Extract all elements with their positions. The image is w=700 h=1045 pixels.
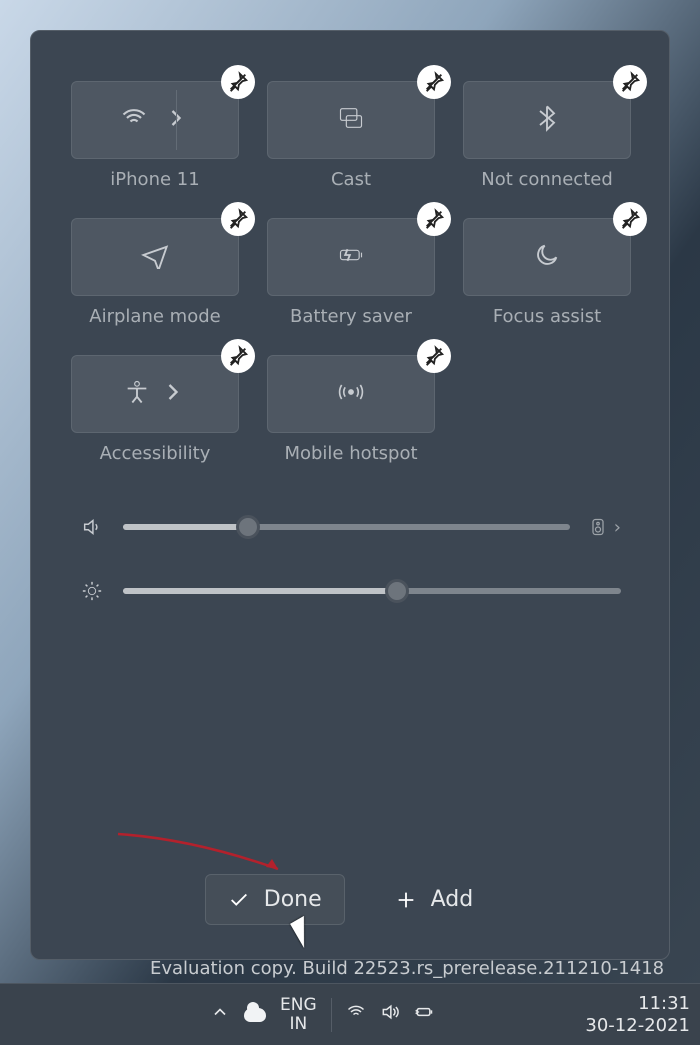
accessibility-icon — [123, 378, 151, 410]
clock-time: 11:31 — [585, 993, 690, 1015]
unpin-button[interactable] — [613, 65, 647, 99]
language-top: ENG — [280, 996, 317, 1015]
tile-label: Focus assist — [463, 306, 631, 327]
cast-icon — [337, 104, 365, 136]
chevron-right-icon[interactable] — [159, 378, 187, 410]
unpin-button[interactable] — [221, 65, 255, 99]
done-label: Done — [264, 887, 322, 912]
language-button[interactable]: ENG IN — [280, 996, 317, 1033]
tile-airplane: Airplane mode — [71, 218, 239, 327]
tile-label: Mobile hotspot — [267, 443, 435, 464]
system-tray[interactable] — [346, 1002, 434, 1027]
accessibility-button[interactable] — [71, 355, 239, 433]
volume-icon — [79, 516, 105, 538]
tile-accessibility: Accessibility — [71, 355, 239, 464]
quick-settings-panel: iPhone 11 Cast Not conne — [30, 30, 670, 960]
wifi-icon — [120, 104, 148, 136]
check-icon — [228, 889, 250, 911]
audio-output-button[interactable]: › — [588, 516, 621, 538]
hotspot-button[interactable] — [267, 355, 435, 433]
unpin-button[interactable] — [221, 202, 255, 236]
tile-cast: Cast — [267, 81, 435, 190]
edit-footer: Done Add — [31, 874, 669, 925]
clock-date: 30-12-2021 — [585, 1015, 690, 1037]
add-button[interactable]: Add — [373, 874, 496, 925]
brightness-row — [71, 580, 629, 602]
unpin-button[interactable] — [417, 202, 451, 236]
unpin-button[interactable] — [417, 65, 451, 99]
bluetooth-button[interactable] — [463, 81, 631, 159]
tile-bluetooth: Not connected — [463, 81, 631, 190]
volume-row: › — [71, 516, 629, 538]
brightness-slider[interactable] — [123, 588, 621, 594]
volume-tray-icon — [380, 1002, 400, 1027]
done-button[interactable]: Done — [205, 874, 345, 925]
clock-button[interactable]: 11:31 30-12-2021 — [585, 993, 690, 1036]
tile-label: iPhone 11 — [71, 169, 239, 190]
wifi-button[interactable] — [71, 81, 239, 159]
tile-hotspot: Mobile hotspot — [267, 355, 435, 464]
tile-label: Airplane mode — [71, 306, 239, 327]
tile-label: Battery saver — [267, 306, 435, 327]
tiles-grid: iPhone 11 Cast Not conne — [71, 81, 629, 464]
tile-label: Accessibility — [71, 443, 239, 464]
tile-battery-saver: Battery saver — [267, 218, 435, 327]
plus-icon — [395, 889, 417, 911]
bluetooth-icon — [533, 104, 561, 136]
annotation-arrow — [113, 829, 293, 879]
windows-watermark: Evaluation copy. Build 22523.rs_prerelea… — [150, 958, 664, 979]
airplane-icon — [141, 241, 169, 273]
chevron-right-icon: › — [614, 517, 621, 538]
add-label: Add — [431, 887, 474, 912]
brightness-icon — [79, 580, 105, 602]
tile-focus-assist: Focus assist — [463, 218, 631, 327]
volume-slider[interactable] — [123, 524, 570, 530]
tile-label: Not connected — [463, 169, 631, 190]
airplane-button[interactable] — [71, 218, 239, 296]
wifi-tray-icon — [346, 1002, 366, 1027]
moon-icon — [533, 241, 561, 273]
tile-label: Cast — [267, 169, 435, 190]
language-bottom: IN — [280, 1015, 317, 1034]
battery-tray-icon — [414, 1002, 434, 1027]
chevron-right-icon[interactable] — [162, 104, 190, 136]
hotspot-icon — [337, 378, 365, 410]
cast-button[interactable] — [267, 81, 435, 159]
unpin-button[interactable] — [221, 339, 255, 373]
taskbar: ENG IN 11:31 30-12-2021 — [0, 983, 700, 1045]
battery-saver-icon — [337, 241, 365, 273]
unpin-button[interactable] — [417, 339, 451, 373]
onedrive-icon[interactable] — [244, 1008, 266, 1022]
focus-assist-button[interactable] — [463, 218, 631, 296]
tray-overflow-button[interactable] — [210, 1002, 230, 1027]
unpin-button[interactable] — [613, 202, 647, 236]
separator — [331, 998, 332, 1032]
battery-saver-button[interactable] — [267, 218, 435, 296]
tile-wifi: iPhone 11 — [71, 81, 239, 190]
